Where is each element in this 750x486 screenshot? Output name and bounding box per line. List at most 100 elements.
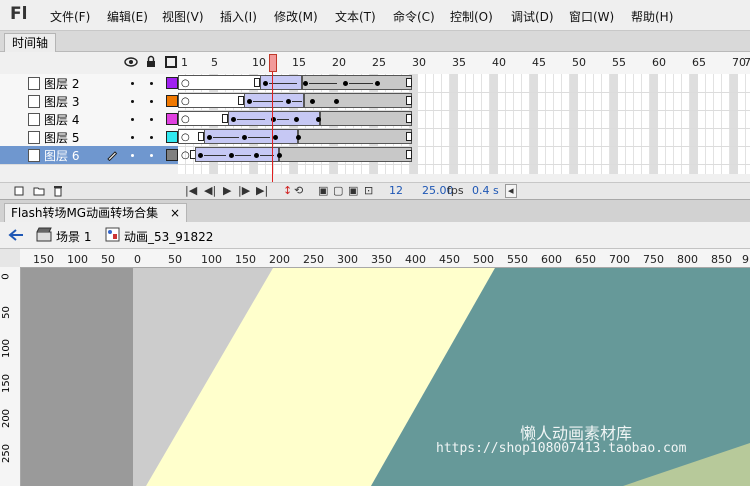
tween-arrow <box>292 101 302 102</box>
layer-name[interactable]: 图层 4 <box>44 111 79 128</box>
menu-window[interactable]: 窗口(W) <box>569 8 614 25</box>
loop-icon[interactable]: ⟲ <box>294 184 303 197</box>
lock-dot[interactable] <box>150 136 153 139</box>
go-to-last-frame-icon[interactable]: ▶| <box>256 184 268 197</box>
layer-row[interactable]: 图层 4 <box>0 110 178 129</box>
scroll-left-icon[interactable]: ◂ <box>505 184 517 198</box>
symbol-label[interactable]: 动画_53_91822 <box>124 228 213 245</box>
keyframe[interactable] <box>273 135 278 140</box>
frame-row[interactable]: ○ <box>178 74 750 93</box>
visibility-dot[interactable] <box>131 154 134 157</box>
layer-name[interactable]: 图层 5 <box>44 129 79 146</box>
menu-modify[interactable]: 修改(M) <box>274 8 318 25</box>
keyframe[interactable] <box>231 117 236 122</box>
frame-number: 10 <box>252 56 266 69</box>
keyframe[interactable] <box>303 81 308 86</box>
outline-color-swatch[interactable] <box>166 149 178 161</box>
lock-dot[interactable] <box>150 82 153 85</box>
menu-debug[interactable]: 调试(D) <box>511 8 554 25</box>
keyframe[interactable] <box>310 99 315 104</box>
frame-ruler[interactable]: 1 5 10 15 20 25 30 35 40 45 50 55 60 65 … <box>178 52 750 75</box>
static-frames[interactable] <box>279 147 412 162</box>
layer-name[interactable]: 图层 2 <box>44 75 79 92</box>
lock-dot[interactable] <box>150 154 153 157</box>
current-frame[interactable]: 12 <box>389 184 403 197</box>
lock-icon[interactable] <box>146 55 156 68</box>
keyframe[interactable] <box>375 81 380 86</box>
back-arrow-icon[interactable] <box>8 228 24 242</box>
keyframe[interactable] <box>263 81 268 86</box>
outline-color-swatch[interactable] <box>166 131 178 143</box>
keyframe[interactable] <box>242 135 247 140</box>
visibility-dot[interactable] <box>131 100 134 103</box>
keyframe[interactable] <box>277 153 282 158</box>
timeline-tabbar: 时间轴 <box>0 31 750 52</box>
layer-name[interactable]: 图层 3 <box>44 93 79 110</box>
menu-help[interactable]: 帮助(H) <box>631 8 673 25</box>
play-icon[interactable]: ▶ <box>223 184 231 197</box>
layer-row[interactable]: 图层 5 <box>0 128 178 147</box>
ruler-label: 700 <box>609 253 630 266</box>
playhead[interactable] <box>269 54 277 72</box>
frame-row[interactable]: ○ <box>178 92 750 111</box>
layer-row[interactable]: 图层 2 <box>0 74 178 93</box>
step-back-icon[interactable]: ◀| <box>204 184 216 197</box>
lock-dot[interactable] <box>150 118 153 121</box>
menu-control[interactable]: 控制(O) <box>450 8 493 25</box>
horizontal-ruler[interactable]: 150 100 50 0 50 100 150 200 250 300 350 … <box>20 249 750 268</box>
vertical-ruler[interactable]: 0 50 100 150 200 250 <box>0 267 21 486</box>
keyframe[interactable] <box>198 153 203 158</box>
outline-icon[interactable] <box>165 56 177 68</box>
document-tab[interactable]: Flash转场MG动画转场合集 × <box>4 203 187 223</box>
eye-icon[interactable] <box>124 57 138 67</box>
ruler-label: 600 <box>541 253 562 266</box>
keyframe[interactable] <box>286 99 291 104</box>
menu-view[interactable]: 视图(V) <box>162 8 204 25</box>
go-to-first-frame-icon[interactable]: |◀ <box>185 184 197 197</box>
visibility-dot[interactable] <box>131 118 134 121</box>
step-forward-icon[interactable]: |▶ <box>238 184 250 197</box>
keyframe[interactable] <box>334 99 339 104</box>
frame-row[interactable]: ○ <box>178 128 750 147</box>
menu-file[interactable]: 文件(F) <box>50 8 90 25</box>
frame-row-selected[interactable]: ○ <box>178 146 750 165</box>
keyframe[interactable] <box>294 117 299 122</box>
keyframe[interactable] <box>207 135 212 140</box>
visibility-dot[interactable] <box>131 82 134 85</box>
menu-insert[interactable]: 插入(I) <box>220 8 257 25</box>
outline-color-swatch[interactable] <box>166 113 178 125</box>
onion-skin-icon[interactable]: ▣ <box>318 184 328 197</box>
layer-row-selected[interactable]: 图层 6 <box>0 146 178 165</box>
outline-color-swatch[interactable] <box>166 77 178 89</box>
frame-row[interactable]: ○ <box>178 110 750 129</box>
close-tab-icon[interactable]: × <box>170 206 180 220</box>
modify-markers-icon[interactable]: ⊡ <box>364 184 373 197</box>
menu-commands[interactable]: 命令(C) <box>393 8 435 25</box>
ruler-label: 100 <box>201 253 222 266</box>
empty-frames[interactable] <box>178 75 262 90</box>
layer-name[interactable]: 图层 6 <box>44 147 79 164</box>
menu-edit[interactable]: 编辑(E) <box>107 8 148 25</box>
keyframe[interactable] <box>229 153 234 158</box>
onion-outline-icon[interactable]: ▢ <box>333 184 343 197</box>
outline-color-swatch[interactable] <box>166 95 178 107</box>
keyframe[interactable] <box>316 117 321 122</box>
layer-row[interactable]: 图层 3 <box>0 92 178 111</box>
static-frames[interactable] <box>298 129 412 144</box>
keyframe[interactable] <box>254 153 259 158</box>
new-layer-icon[interactable] <box>14 186 24 196</box>
delete-layer-icon[interactable] <box>53 185 63 197</box>
menu-text[interactable]: 文本(T) <box>335 8 376 25</box>
static-frames[interactable] <box>304 93 412 108</box>
center-frame-icon[interactable]: ↕ <box>283 184 292 197</box>
keyframe[interactable] <box>247 99 252 104</box>
visibility-dot[interactable] <box>131 136 134 139</box>
keyframe[interactable] <box>343 81 348 86</box>
scene-label[interactable]: 场景 1 <box>56 228 91 245</box>
edit-multiple-frames-icon[interactable]: ▣ <box>348 184 358 197</box>
tab-timeline[interactable]: 时间轴 <box>4 33 57 52</box>
keyframe[interactable] <box>296 135 301 140</box>
new-folder-icon[interactable] <box>33 186 45 196</box>
lock-dot[interactable] <box>150 100 153 103</box>
static-frames[interactable] <box>320 111 412 126</box>
